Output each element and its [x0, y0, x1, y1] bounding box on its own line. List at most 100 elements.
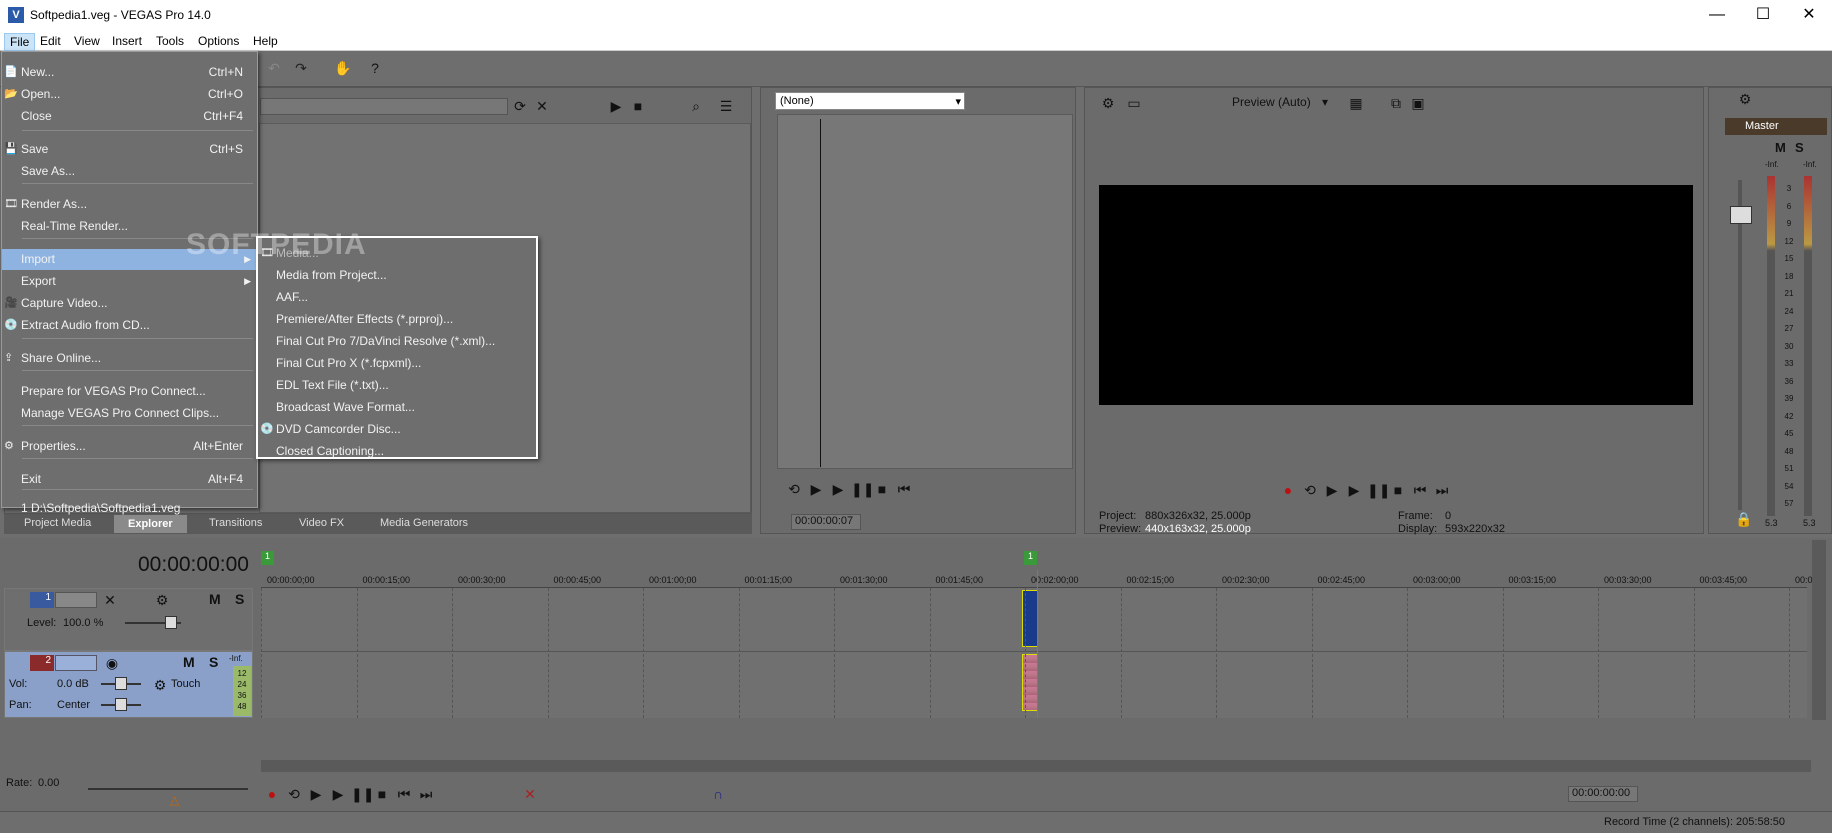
- file-menu-item-recent-file-1[interactable]: 1 D:\Softpedia\Softpedia1.veg: [2, 498, 257, 519]
- redo-icon[interactable]: ↷: [292, 59, 310, 77]
- save-snapshot-icon[interactable]: ▣: [1409, 94, 1427, 112]
- play-from-start-icon[interactable]: ▶: [1323, 481, 1341, 499]
- cursor-timecode[interactable]: 00:00:00:00: [1568, 786, 1638, 802]
- loop-icon[interactable]: ⟲: [285, 785, 303, 803]
- track-fx-icon[interactable]: ⚙: [153, 591, 171, 609]
- master-solo-button[interactable]: S: [1795, 140, 1804, 155]
- delete-icon[interactable]: ✕: [521, 785, 539, 803]
- import-menu-item-closed-captioning[interactable]: Closed Captioning...: [258, 441, 536, 462]
- file-menu-item-prepare-for-vegas-pro-connect[interactable]: Prepare for VEGAS Pro Connect...: [2, 381, 257, 402]
- video-solo-button[interactable]: S: [235, 591, 244, 607]
- delete-icon[interactable]: ✕: [533, 97, 551, 115]
- menu-insert[interactable]: Insert: [107, 33, 147, 49]
- record-icon[interactable]: ●: [1279, 481, 1297, 499]
- video-track-name-field[interactable]: [55, 592, 97, 608]
- rate-slider[interactable]: [88, 788, 248, 790]
- snapping-icon[interactable]: ∩: [709, 785, 727, 803]
- stop-icon[interactable]: ■: [629, 97, 647, 115]
- file-menu-item-exit[interactable]: Exit Alt+F4: [2, 469, 257, 490]
- close-window-button[interactable]: ✕: [1786, 0, 1832, 31]
- marker-flag[interactable]: 1: [261, 551, 274, 565]
- file-menu-item-manage-vegas-pro-connect-clips[interactable]: Manage VEGAS Pro Connect Clips...: [2, 403, 257, 424]
- copy-snapshot-icon[interactable]: ⧉: [1387, 94, 1405, 112]
- search-icon[interactable]: ⌕: [687, 97, 705, 115]
- file-menu-item-export[interactable]: Export ▶: [2, 271, 257, 292]
- play-icon[interactable]: ▶: [329, 785, 347, 803]
- undo-icon[interactable]: ↶: [265, 59, 283, 77]
- stop-icon[interactable]: ■: [373, 785, 391, 803]
- master-fader-handle[interactable]: [1730, 206, 1752, 224]
- play-icon[interactable]: ▶: [829, 480, 847, 498]
- grab-hand-icon[interactable]: ✋: [334, 59, 352, 77]
- import-menu-item-broadcast-wave-format[interactable]: Broadcast Wave Format...: [258, 397, 536, 418]
- file-menu-item-save-as[interactable]: Save As...: [2, 161, 257, 182]
- arm-record-icon[interactable]: ◉: [103, 654, 121, 672]
- play-icon[interactable]: ▶: [607, 97, 625, 115]
- maximize-button[interactable]: ☐: [1740, 0, 1786, 31]
- minimize-button[interactable]: —: [1694, 0, 1740, 31]
- menu-edit[interactable]: Edit: [35, 33, 66, 49]
- file-menu-item-new[interactable]: 📄 New... Ctrl+N: [2, 62, 257, 83]
- video-track-header[interactable]: 1 ✕ ⚙ M S Level: 100.0 %: [4, 588, 253, 651]
- go-to-start-icon[interactable]: ⏮: [895, 480, 913, 498]
- audio-track-name-field[interactable]: [55, 655, 97, 671]
- gear-icon[interactable]: ⚙: [1099, 94, 1117, 112]
- file-menu-item-properties[interactable]: ⚙ Properties... Alt+Enter: [2, 436, 257, 457]
- timeline-tracks[interactable]: [261, 570, 1807, 718]
- play-from-start-icon[interactable]: ▶: [307, 785, 325, 803]
- master-mute-button[interactable]: M: [1775, 140, 1786, 155]
- audio-solo-button[interactable]: S: [209, 654, 218, 670]
- timeline-timecode[interactable]: 00:00:00:00: [138, 553, 249, 577]
- marker-flag-2[interactable]: 1: [1024, 551, 1037, 565]
- import-menu-item-media-from-project[interactable]: Media from Project...: [258, 265, 536, 286]
- import-menu-item-premiere-after-effects[interactable]: Premiere/After Effects (*.prproj)...: [258, 309, 536, 330]
- go-to-start-icon[interactable]: ⏮: [395, 785, 413, 803]
- record-icon[interactable]: ●: [263, 785, 281, 803]
- level-slider-handle[interactable]: [165, 616, 177, 629]
- file-menu-item-extract-audio-from-cd[interactable]: 💿 Extract Audio from CD...: [2, 315, 257, 336]
- timeline-ruler[interactable]: 00:00:00;00 00:00:15;00 00:00:30;00 00:00:4…: [261, 570, 1813, 588]
- help-icon[interactable]: ?: [366, 59, 384, 77]
- trimmer-dropdown[interactable]: (None) ▾: [775, 92, 965, 110]
- import-menu-item-final-cut-pro-7-davinci-resolve[interactable]: Final Cut Pro 7/DaVinci Resolve (*.xml).…: [258, 331, 536, 352]
- play-from-start-icon[interactable]: ▶: [807, 480, 825, 498]
- gear-icon[interactable]: ⚙: [1736, 90, 1754, 108]
- pause-icon[interactable]: ❚❚: [351, 785, 374, 803]
- audio-mute-button[interactable]: M: [183, 654, 195, 670]
- automation-mode[interactable]: Touch: [171, 678, 200, 690]
- loop-icon[interactable]: ⟲: [1301, 481, 1319, 499]
- import-menu-item-final-cut-pro-x[interactable]: Final Cut Pro X (*.fcpxml)...: [258, 353, 536, 374]
- import-menu-item-dvd-camcorder-disc[interactable]: 💿 DVD Camcorder Disc...: [258, 419, 536, 440]
- automation-gear-icon[interactable]: ⚙: [151, 676, 169, 694]
- vol-slider-handle[interactable]: [115, 677, 127, 690]
- play-icon[interactable]: ▶: [1345, 481, 1363, 499]
- stop-icon[interactable]: ■: [873, 480, 891, 498]
- vertical-scrollbar[interactable]: [1812, 540, 1826, 720]
- file-menu-item-render-as[interactable]: 🎞 Render As...: [2, 194, 257, 215]
- trimmer-display[interactable]: [777, 114, 1073, 469]
- video-mute-button[interactable]: M: [209, 591, 221, 607]
- file-menu-item-open[interactable]: 📂 Open... Ctrl+O: [2, 84, 257, 105]
- trimmer-timecode[interactable]: 00:00:00:07: [791, 514, 861, 530]
- external-monitor-icon[interactable]: ▭: [1125, 94, 1143, 112]
- file-menu-item-capture-video[interactable]: 🎥 Capture Video...: [2, 293, 257, 314]
- refresh-icon[interactable]: ⟳: [511, 97, 529, 115]
- file-menu-item-save[interactable]: 💾 Save Ctrl+S: [2, 139, 257, 160]
- go-to-end-icon[interactable]: ⏭: [417, 785, 435, 803]
- go-to-end-icon[interactable]: ⏭: [1433, 481, 1451, 499]
- loop-icon[interactable]: ⟲: [785, 480, 803, 498]
- grid-icon[interactable]: ▦: [1347, 94, 1365, 112]
- file-menu-item-share-online[interactable]: ⇪ Share Online...: [2, 348, 257, 369]
- horizontal-scrollbar[interactable]: [261, 760, 1811, 772]
- explorer-path-field[interactable]: [260, 98, 508, 115]
- audio-track-header[interactable]: 2 ◉ M S -Inf. 12 24 36 48 Vol: 0.0 dB ⚙ …: [4, 651, 253, 718]
- rate-slider-marker-icon[interactable]: △: [170, 793, 179, 807]
- stop-icon[interactable]: ■: [1389, 481, 1407, 499]
- lock-icon[interactable]: 🔒: [1735, 510, 1753, 528]
- views-icon[interactable]: ☰: [717, 97, 735, 115]
- menu-view[interactable]: View: [69, 33, 105, 49]
- menu-file[interactable]: File: [4, 33, 36, 51]
- menu-options[interactable]: Options: [193, 33, 244, 49]
- pan-slider-handle[interactable]: [115, 698, 127, 711]
- go-to-start-icon[interactable]: ⏮: [1411, 481, 1429, 499]
